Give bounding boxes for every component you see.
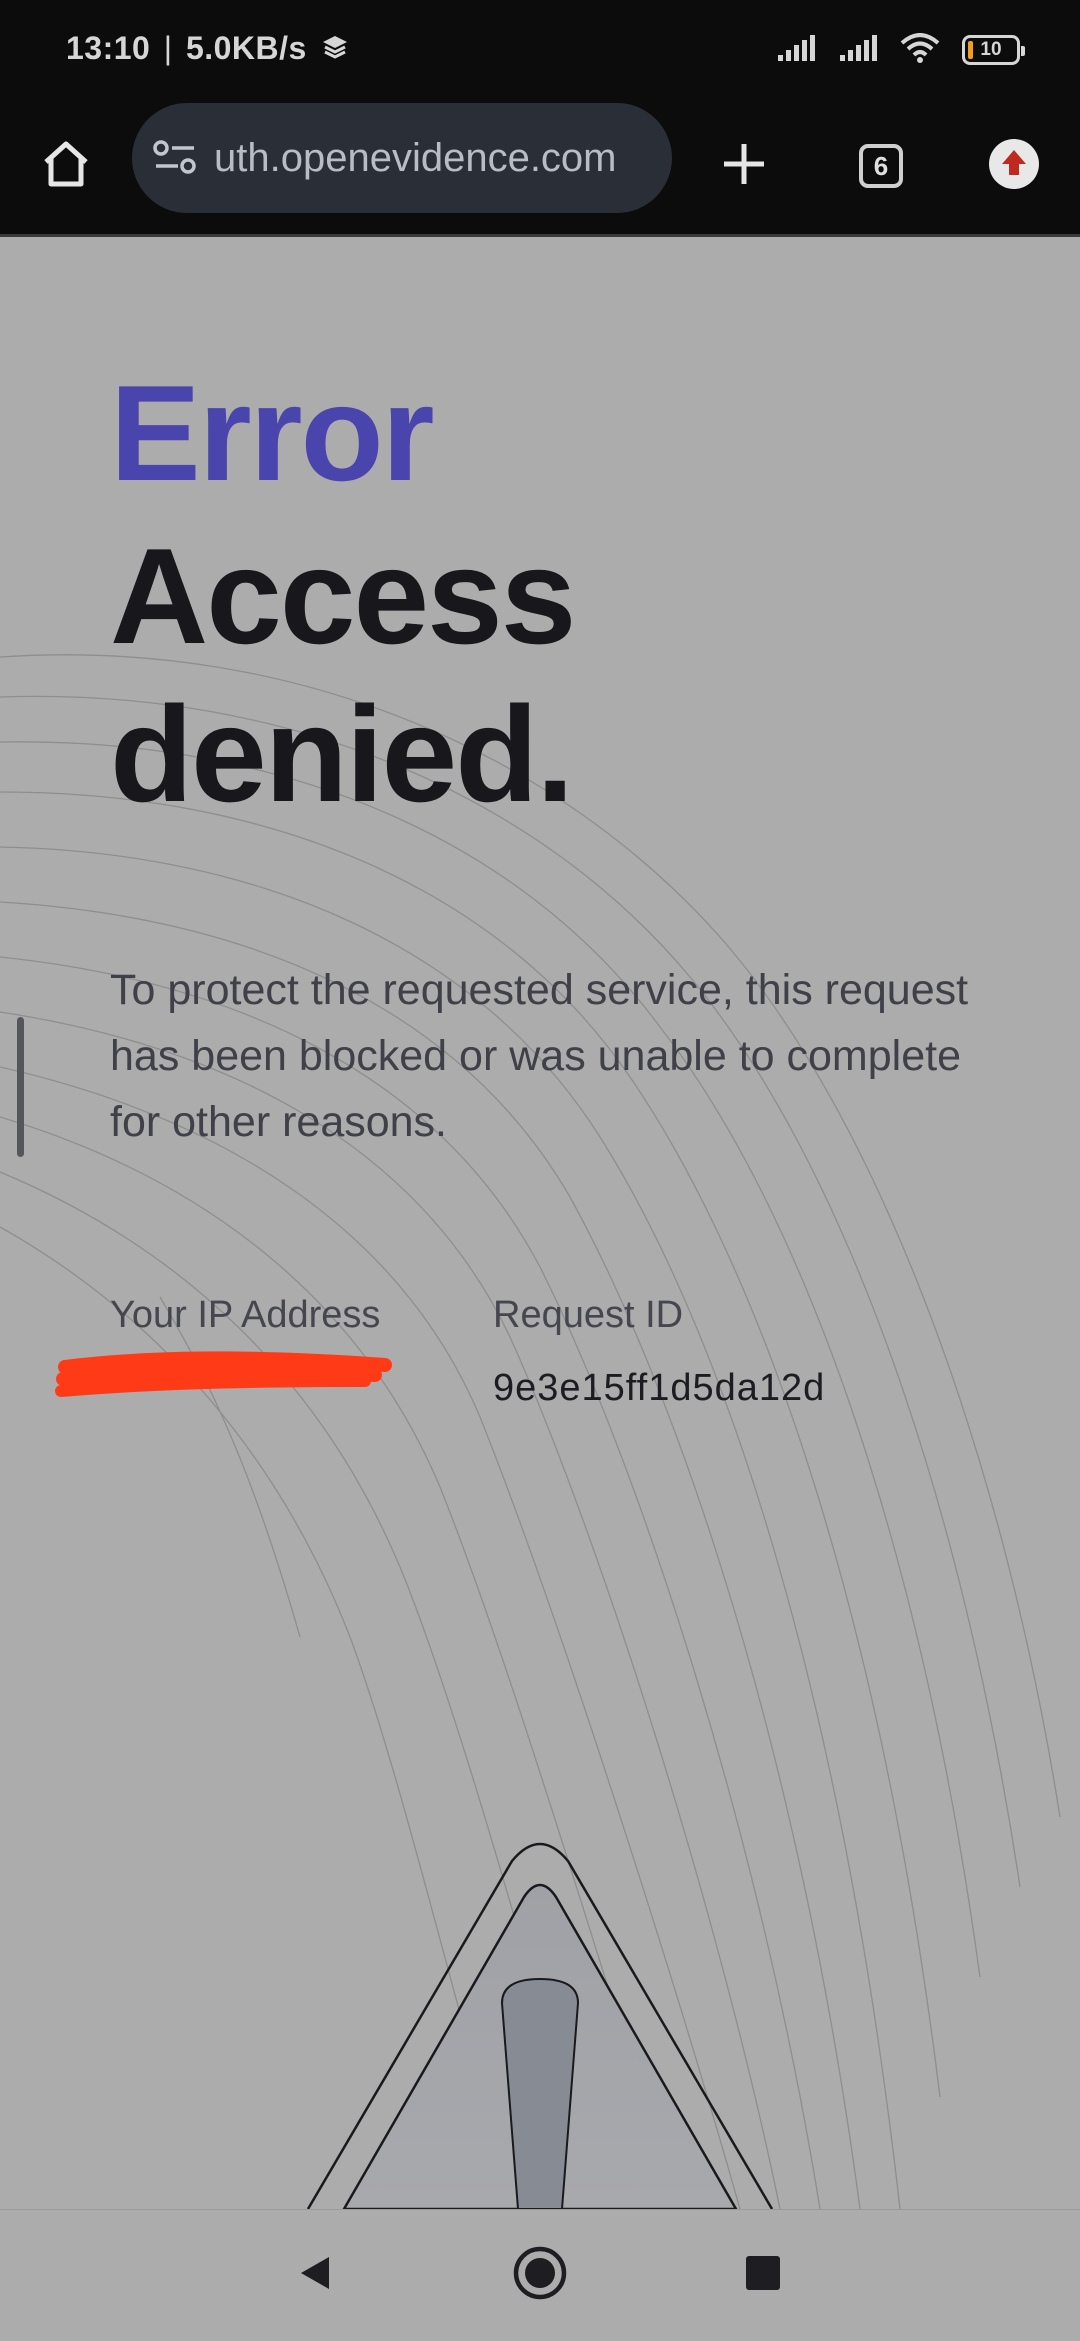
clock: 13:10 [66,30,151,66]
back-button[interactable] [280,2240,350,2310]
error-message: To protect the requested service, this r… [110,966,969,1146]
scrollbar[interactable] [17,1017,24,1157]
network-speed: 5.0KB/s [185,30,307,66]
redaction-scribble [55,1351,392,1397]
request-id-label: Request ID [493,1294,684,1336]
battery-icon: 10 [962,35,1025,65]
home-circle-icon [512,2245,568,2306]
status-bar: 13:10 | 5.0KB/s 10 [0,0,1080,100]
battery-level: 10 [980,39,1002,60]
home-button[interactable] [28,128,104,204]
request-id-value: 9e3e15ff1d5da12d [493,1367,826,1409]
new-tab-button[interactable] [706,128,782,204]
wifi-icon [900,32,940,68]
heading-line-1: Access [110,520,576,672]
page-content: Error Access denied. To protect the requ… [0,237,1080,2209]
signal-icon [838,33,878,68]
update-button[interactable] [976,128,1052,204]
error-label: Error [110,357,435,509]
home-icon [38,136,94,197]
plus-icon [718,138,770,195]
heading-line-2: denied. [110,678,574,830]
site-settings-icon[interactable] [152,138,198,178]
recents-square-icon [744,2254,782,2297]
separator: | [163,30,173,66]
url-bar[interactable]: uth.openevidence.com [132,103,672,213]
system-nav-bar [0,2209,1080,2341]
recents-button[interactable] [728,2240,798,2310]
tab-count: 6 [859,144,903,188]
tab-switcher-button[interactable]: 6 [843,128,919,204]
url-text: uth.openevidence.com [214,135,617,180]
page-title: Access denied. [110,517,810,833]
update-arrow-icon [987,137,1041,196]
layers-icon [320,32,350,70]
home-nav-button[interactable] [505,2240,575,2310]
warning-triangle-icon [306,1842,774,2209]
status-time: 13:10 | 5.0KB/s [66,30,350,70]
ip-address-label: Your IP Address [110,1294,381,1336]
back-triangle-icon [295,2253,335,2298]
signal-icon [776,33,816,68]
browser-toolbar: uth.openevidence.com 6 [0,100,1080,237]
